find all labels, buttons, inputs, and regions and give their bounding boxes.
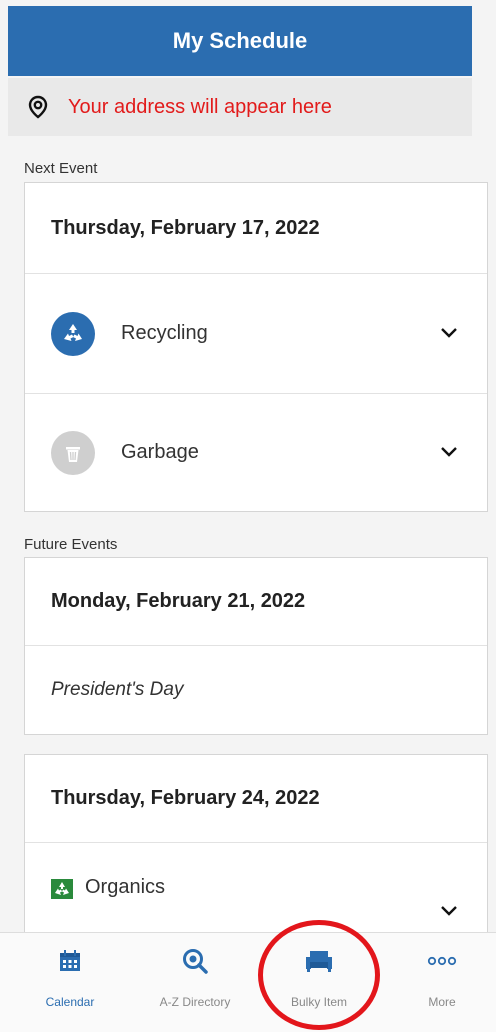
organics-row[interactable]: Organics	[25, 843, 487, 935]
garbage-icon	[51, 430, 95, 475]
tab-label: A-Z Directory	[159, 995, 231, 1009]
recycling-icon	[51, 311, 95, 356]
tab-label: More	[428, 995, 456, 1009]
tab-bar: Calendar A-Z Directory Bulky Item More	[0, 932, 496, 1032]
chevron-down-icon[interactable]	[441, 903, 457, 921]
item-label-organics: Organics	[85, 876, 166, 898]
chevron-down-icon[interactable]	[441, 325, 457, 343]
more-dots-icon	[427, 947, 457, 975]
tab-calendar[interactable]: Calendar	[22, 933, 118, 1032]
calendar-icon	[58, 947, 82, 975]
event-date-row: Thursday, February 24, 2022	[25, 755, 487, 843]
future-events-label: Future Events	[24, 536, 118, 553]
location-pin-icon	[8, 95, 68, 119]
future-event-card: Monday, February 21, 2022 President's Da…	[24, 557, 488, 735]
app-header: My Schedule	[8, 6, 472, 76]
event-date-row: Monday, February 21, 2022	[25, 558, 487, 646]
tab-a-z-directory[interactable]: A-Z Directory	[147, 933, 243, 1032]
address-text: Your address will appear here	[68, 95, 332, 118]
item-label-recycling: Recycling	[121, 322, 208, 344]
next-event-card: Thursday, February 17, 2022 Recycling Ga…	[24, 182, 488, 512]
chevron-down-icon[interactable]	[441, 444, 457, 462]
event-date: Thursday, February 17, 2022	[51, 216, 320, 239]
event-date: Thursday, February 24, 2022	[51, 787, 320, 809]
holiday-note: President's Day	[51, 679, 184, 700]
future-event-card: Thursday, February 24, 2022 Organics	[24, 754, 488, 934]
address-bar[interactable]: Your address will appear here	[8, 78, 472, 136]
highlight-circle	[258, 920, 380, 1030]
tab-label: Calendar	[45, 995, 95, 1009]
tab-more[interactable]: More	[394, 933, 490, 1032]
event-date: Monday, February 21, 2022	[51, 590, 306, 612]
recycling-row[interactable]: Recycling	[25, 274, 487, 394]
holiday-row: President's Day	[25, 646, 487, 734]
garbage-row[interactable]: Garbage	[25, 394, 487, 511]
search-icon	[181, 947, 209, 975]
item-label-garbage: Garbage	[121, 441, 199, 463]
event-date-row: Thursday, February 17, 2022	[25, 183, 487, 274]
next-event-label: Next Event	[24, 160, 98, 177]
organics-icon	[51, 879, 73, 899]
page-title: My Schedule	[172, 28, 308, 53]
